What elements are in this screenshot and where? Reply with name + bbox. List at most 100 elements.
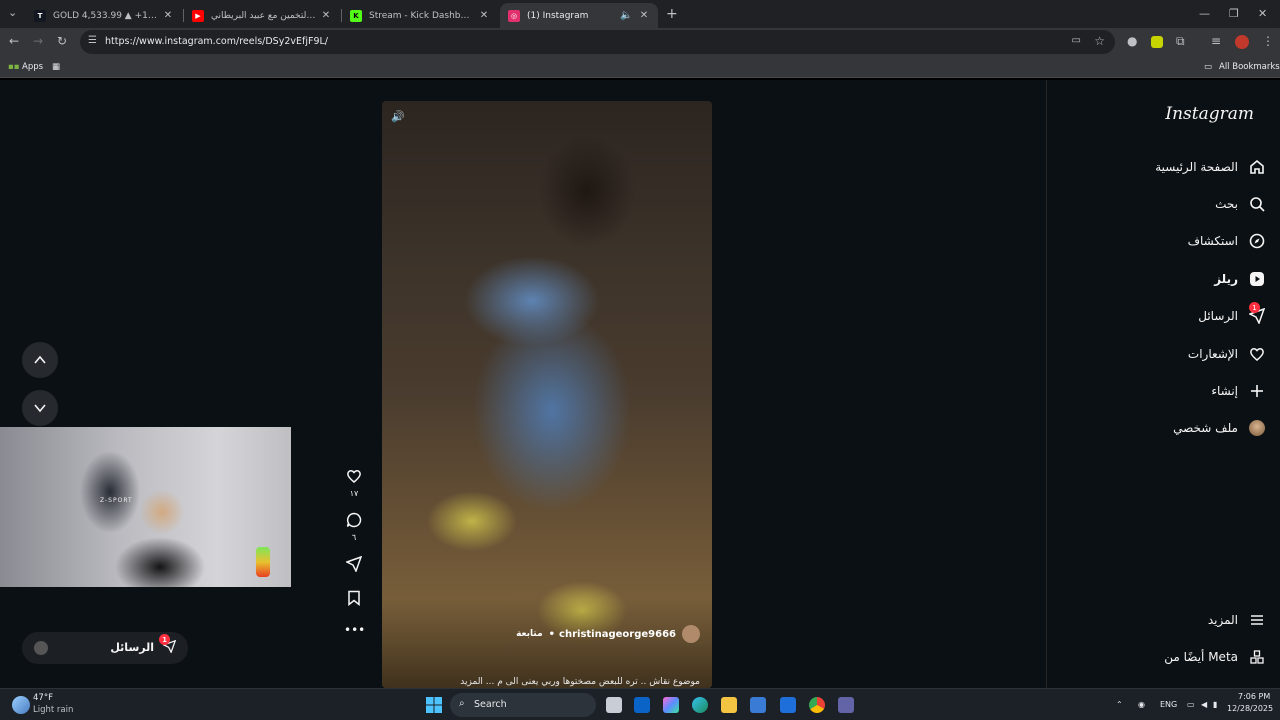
cast-icon[interactable]: ▭ bbox=[1072, 35, 1081, 46]
language-indicator[interactable]: ENG bbox=[1160, 700, 1177, 709]
volume-icon[interactable]: ◀ bbox=[1201, 700, 1207, 709]
more-options-icon[interactable]: ••• bbox=[344, 623, 365, 637]
nav-profile[interactable]: ملف شخصي bbox=[1173, 416, 1266, 440]
copilot-icon[interactable] bbox=[663, 697, 679, 713]
defender-icon[interactable] bbox=[780, 697, 796, 713]
tradingview-icon: T bbox=[34, 9, 46, 22]
send-icon bbox=[345, 555, 363, 573]
extensions-puzzle-icon[interactable]: ⧉ bbox=[1176, 34, 1185, 49]
new-tab-button[interactable]: + bbox=[666, 6, 678, 22]
instagram-logo[interactable]: Instagram bbox=[1165, 104, 1254, 124]
share-button[interactable] bbox=[344, 555, 364, 576]
window-close-button[interactable]: ✕ bbox=[1258, 7, 1267, 20]
nav-notifications[interactable]: الإشعارات bbox=[1188, 342, 1266, 366]
tray-overflow-icon[interactable]: ⌃ bbox=[1116, 700, 1123, 709]
notification-badge: 1 bbox=[1249, 302, 1260, 313]
close-icon[interactable]: ✕ bbox=[320, 10, 332, 21]
reel-author[interactable]: متابعة • christinageorge9666 bbox=[516, 625, 700, 643]
outlook-icon[interactable] bbox=[634, 697, 650, 713]
nav-label: استكشاف bbox=[1187, 234, 1238, 248]
notification-badge: 1 bbox=[159, 634, 170, 645]
windows-taskbar: 47°F Light rain ⌕ Search ⌃ ◉ ENG ▭ ◀ ▮ 7… bbox=[0, 688, 1280, 720]
weather-icon[interactable] bbox=[12, 696, 30, 714]
previous-reel-button[interactable] bbox=[22, 342, 58, 378]
tab-groups-icon[interactable]: ▦ bbox=[52, 62, 60, 72]
bookmarks-bar: ▪▪ Apps ▦ ▭ All Bookmarks bbox=[0, 56, 1280, 78]
store-icon[interactable] bbox=[750, 697, 766, 713]
close-icon[interactable]: ✕ bbox=[162, 10, 174, 21]
restore-button[interactable]: ❐ bbox=[1229, 7, 1239, 20]
nav-label: أيضًا من Meta bbox=[1164, 650, 1238, 664]
address-bar[interactable]: ☰ https://www.instagram.com/reels/DSy2vE… bbox=[80, 30, 1115, 54]
comment-button[interactable]: ٦ bbox=[344, 512, 364, 542]
nav-search[interactable]: بحث bbox=[1215, 192, 1266, 216]
chevron-down-icon bbox=[34, 404, 46, 413]
comment-count: ٦ bbox=[351, 533, 357, 542]
like-button[interactable]: ١٧ bbox=[344, 468, 364, 498]
minimize-button[interactable]: — bbox=[1199, 7, 1210, 20]
edge-icon[interactable] bbox=[692, 697, 708, 713]
weather-temp[interactable]: 47°F bbox=[33, 693, 53, 703]
extension-circle-icon[interactable]: ● bbox=[1127, 34, 1137, 48]
nav-more[interactable]: المزيد bbox=[1208, 608, 1266, 632]
next-reel-button[interactable] bbox=[22, 390, 58, 426]
author-avatar[interactable] bbox=[682, 625, 700, 643]
volume-icon[interactable]: 🔊 bbox=[391, 110, 405, 123]
nav-reels[interactable]: ريلز bbox=[1214, 267, 1266, 291]
messages-floating-button[interactable]: الرسائل 1 bbox=[22, 632, 188, 664]
reels-icon bbox=[1248, 270, 1266, 288]
network-icon[interactable]: ▭ bbox=[1187, 700, 1195, 709]
media-control-icon[interactable]: ≡ bbox=[1211, 34, 1221, 48]
browser-toolbar: ← → ↻ ☰ https://www.instagram.com/reels/… bbox=[0, 28, 1280, 56]
task-view-icon[interactable] bbox=[606, 697, 622, 713]
meta-apps-icon bbox=[1248, 648, 1266, 666]
username[interactable]: christinageorge9666 bbox=[559, 629, 676, 640]
nav-explore[interactable]: استكشاف bbox=[1188, 229, 1266, 253]
tab-search-icon[interactable]: ⌄ bbox=[8, 6, 17, 19]
forward-icon[interactable]: → bbox=[33, 34, 43, 48]
start-button[interactable] bbox=[426, 697, 442, 713]
compass-icon bbox=[1248, 232, 1266, 250]
clock-date[interactable]: 12/28/2025 bbox=[1227, 704, 1273, 713]
follow-button[interactable]: متابعة bbox=[516, 629, 543, 639]
video-shade bbox=[382, 598, 712, 688]
tab-youtube[interactable]: ▶ تحدي التخمين مع عبيد البريطاني ✕ bbox=[184, 3, 340, 28]
back-icon[interactable]: ← bbox=[9, 34, 19, 48]
tab-kick[interactable]: K Stream - Kick Dashboard ✕ bbox=[342, 3, 498, 28]
clock-time[interactable]: 7:06 PM bbox=[1238, 692, 1270, 701]
bookmark-apps[interactable]: Apps bbox=[22, 62, 43, 72]
teams-icon[interactable] bbox=[838, 697, 854, 713]
reel-video[interactable]: 🔊 متابعة • christinageorge9666 موضوع نقا… bbox=[382, 101, 712, 688]
bookmark-star-icon[interactable]: ☆ bbox=[1094, 34, 1105, 48]
extension-icon[interactable] bbox=[1151, 36, 1163, 48]
reel-caption[interactable]: موضوع نقاش .. تره للبعض مصختوها وربي يعن… bbox=[460, 677, 700, 687]
reload-icon[interactable]: ↻ bbox=[57, 34, 67, 48]
tab-title: تحدي التخمين مع عبيد البريطاني bbox=[211, 10, 316, 21]
close-icon[interactable]: ✕ bbox=[638, 10, 650, 21]
site-info-icon[interactable]: ☰ bbox=[88, 35, 97, 46]
discord-icon[interactable]: ◉ bbox=[1138, 700, 1145, 709]
nav-messages[interactable]: الرسائل 1 bbox=[1198, 302, 1266, 328]
all-bookmarks[interactable]: All Bookmarks bbox=[1219, 62, 1280, 72]
apps-grid-icon: ▪▪ bbox=[8, 62, 20, 72]
tab-gold[interactable]: T GOLD 4,533.99 ▲ +1.22% Unn ✕ bbox=[26, 3, 182, 28]
tab-instagram[interactable]: ◎ (1) Instagram 🔈 ✕ bbox=[500, 3, 658, 28]
messenger-icon: 1 bbox=[1248, 302, 1266, 325]
home-icon bbox=[1248, 158, 1266, 176]
nav-label: ملف شخصي bbox=[1173, 421, 1238, 435]
profile-avatar[interactable] bbox=[1235, 35, 1249, 49]
battery-icon[interactable]: ▮ bbox=[1213, 700, 1217, 709]
nav-home[interactable]: الصفحة الرئيسية bbox=[1155, 155, 1266, 179]
nav-also-from-meta[interactable]: أيضًا من Meta bbox=[1164, 645, 1266, 669]
file-explorer-icon[interactable] bbox=[721, 697, 737, 713]
weather-desc[interactable]: Light rain bbox=[33, 705, 73, 715]
save-button[interactable] bbox=[344, 590, 364, 610]
menu-kebab-icon[interactable]: ⋮ bbox=[1262, 34, 1274, 48]
taskbar-search[interactable]: ⌕ Search bbox=[450, 693, 596, 717]
messages-label: الرسائل bbox=[110, 641, 154, 654]
mute-tab-icon[interactable]: 🔈 bbox=[620, 10, 632, 21]
nav-create[interactable]: إنشاء bbox=[1211, 379, 1266, 403]
chrome-icon[interactable] bbox=[809, 697, 825, 713]
chair-brand-text: Z-SPORT bbox=[100, 497, 133, 504]
close-icon[interactable]: ✕ bbox=[478, 10, 490, 21]
